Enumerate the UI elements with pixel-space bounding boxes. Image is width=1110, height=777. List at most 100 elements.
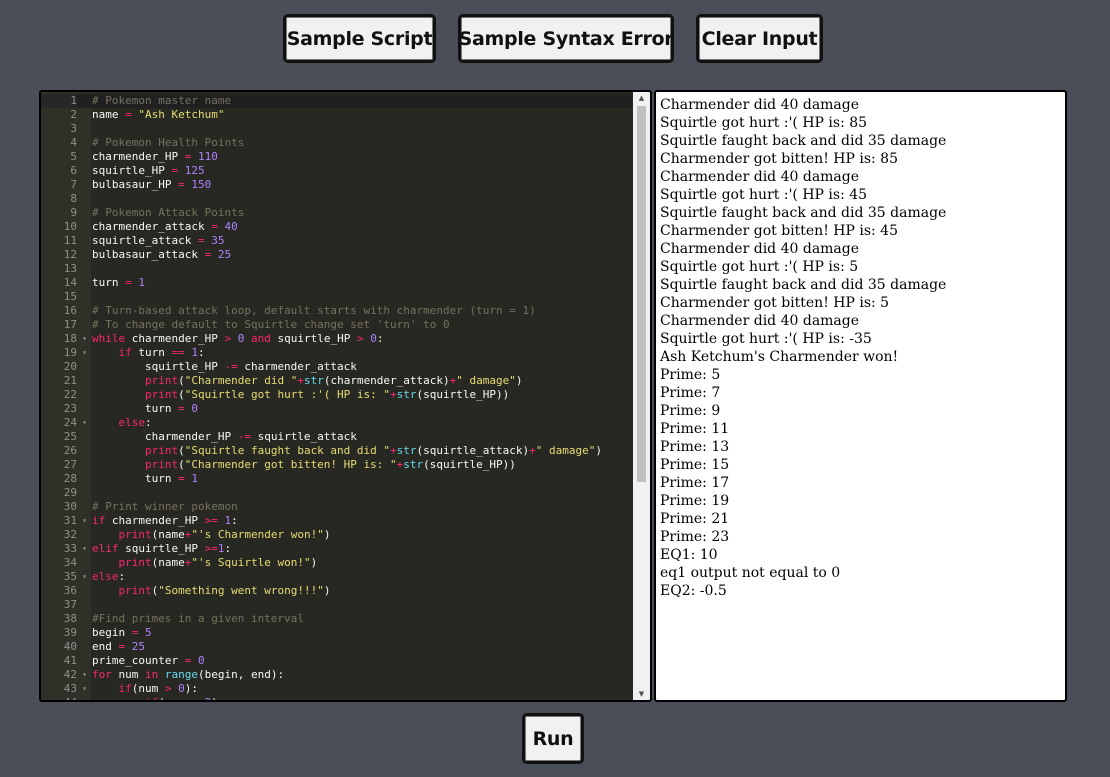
code-text: # Pokemon master name [92, 94, 232, 107]
code-line[interactable]: 8 [41, 192, 632, 206]
code-text: turn = 0 [92, 402, 198, 415]
code-line[interactable]: 4 # Pokemon Health Points [41, 136, 632, 150]
code-line[interactable]: 15 [41, 290, 632, 304]
line-number: 43 [63, 682, 77, 695]
code-line[interactable]: 35 ▾ else: [41, 570, 632, 584]
line-number: 31 [63, 514, 77, 527]
line-number: 32 [63, 528, 77, 541]
run-button[interactable]: Run [522, 713, 584, 764]
code-line[interactable]: 20 squirtle_HP -= charmender_attack [41, 360, 632, 374]
code-text: # Pokemon Attack Points [92, 206, 245, 219]
code-line[interactable]: 33 ▾ elif squirtle_HP >=1: [41, 542, 632, 556]
code-line[interactable]: 28 turn = 1 [41, 472, 632, 486]
code-line[interactable]: 37 [41, 598, 632, 612]
fold-arrow-icon[interactable]: ▾ [80, 570, 89, 584]
code-line[interactable]: 19 ▾ if turn == 1: [41, 346, 632, 360]
sample-syntax-error-button[interactable]: Sample Syntax Error [458, 14, 674, 63]
code-line[interactable]: 5 charmender_HP = 110 [41, 150, 632, 164]
code-line[interactable]: 16 # Turn-based attack loop, default star… [41, 304, 632, 318]
sample-script-button[interactable]: Sample Script [283, 14, 436, 63]
code-text: # Pokemon Health Points [92, 136, 245, 149]
code-line[interactable]: 27 print("Charmender got bitten! HP is: … [41, 458, 632, 472]
output-line: Charmender did 40 damage [660, 97, 860, 113]
code-text: turn = 1 [92, 276, 145, 289]
fold-arrow-icon[interactable]: ▾ [80, 668, 89, 682]
code-line[interactable]: 3 [41, 122, 632, 136]
code-line[interactable]: 39 begin = 5 [41, 626, 632, 640]
fold-arrow-icon[interactable]: ▾ [80, 416, 89, 430]
line-number: 38 [63, 612, 77, 625]
code-editor[interactable]: 1 # Pokemon master name 2 name = "Ash Ketch… [39, 90, 652, 702]
code-text: if(num > 0): [118, 682, 199, 695]
code-line[interactable]: 34 print(name+"'s Squirtle won!") [41, 556, 632, 570]
code-line[interactable]: 12 bulbasaur_attack = 25 [41, 248, 632, 262]
code-line[interactable]: 43 ▾ if(num > 0): [41, 682, 632, 696]
output-line: Prime: 7 [660, 385, 721, 401]
code-line[interactable]: 17 # To change default to Squirtle change… [41, 318, 632, 332]
line-number: 42 [63, 668, 77, 681]
code-line[interactable]: 26 print("Squirtle faught back and did "… [41, 444, 632, 458]
code-line[interactable]: 36 print("Something went wrong!!!") [41, 584, 632, 598]
code-line[interactable]: 9 # Pokemon Attack Points [41, 206, 632, 220]
code-lines[interactable]: 1 # Pokemon master name 2 name = "Ash Ketch… [41, 94, 632, 700]
code-line[interactable]: 21 print("Charmender did "+str(charmende… [41, 374, 632, 388]
output-line: Prime: 19 [660, 493, 730, 509]
code-line[interactable]: 13 [41, 262, 632, 276]
code-text: if(num > 2): [92, 696, 225, 700]
code-line[interactable]: 11 squirtle_attack = 35 [41, 234, 632, 248]
code-line[interactable]: 32 print(name+"'s Charmender won!") [41, 528, 632, 542]
code-line[interactable]: 31 ▾ if charmender_HP >= 1: [41, 514, 632, 528]
code-line[interactable]: 42 ▾ for num in range(begin, end): [41, 668, 632, 682]
clear-input-button[interactable]: Clear Input [696, 14, 823, 63]
code-line[interactable]: 6 squirtle_HP = 125 [41, 164, 632, 178]
fold-arrow-icon[interactable]: ▾ [80, 514, 89, 528]
scroll-up-arrow-icon[interactable]: ▲ [633, 94, 650, 102]
code-line[interactable]: 7 bulbasaur_HP = 150 [41, 178, 632, 192]
line-number: 28 [63, 472, 77, 485]
fold-arrow-icon[interactable]: ▾ [80, 332, 89, 346]
code-text: charmender_HP = 110 [92, 150, 218, 163]
code-text: name = "Ash Ketchum" [92, 108, 225, 121]
code-text: squirtle_HP -= charmender_attack [92, 360, 357, 373]
output-line: Squirtle faught back and did 35 damage [660, 277, 947, 293]
scroll-down-arrow-icon[interactable]: ▼ [633, 690, 650, 698]
code-text: turn = 1 [92, 472, 198, 485]
line-number: 3 [70, 122, 77, 135]
line-number: 16 [63, 304, 77, 317]
code-text: print(name+"'s Charmender won!") [118, 528, 331, 541]
code-line[interactable]: 38 #Find primes in a given interval [41, 612, 632, 626]
code-line[interactable]: 29 [41, 486, 632, 500]
code-line[interactable]: 44 if(num > 2): [41, 696, 632, 700]
editor-scrollbar[interactable]: ▲ ▼ [633, 92, 650, 700]
code-text: bulbasaur_attack = 25 [92, 248, 232, 261]
fold-arrow-icon[interactable]: ▾ [80, 346, 89, 360]
code-line[interactable]: 1 # Pokemon master name [41, 94, 632, 108]
output-line: Prime: 21 [660, 511, 730, 527]
line-number: 7 [70, 178, 77, 191]
code-text: prime_counter = 0 [92, 654, 205, 667]
fold-arrow-icon[interactable]: ▾ [80, 542, 89, 556]
code-text: else: [92, 570, 126, 583]
code-line[interactable]: 23 turn = 0 [41, 402, 632, 416]
code-line[interactable]: 30 # Print winner pokemon [41, 500, 632, 514]
code-line[interactable]: 14 turn = 1 [41, 276, 632, 290]
line-number: 22 [63, 388, 77, 401]
output-line: Ash Ketchum's Charmender won! [660, 349, 899, 365]
code-line[interactable]: 41 prime_counter = 0 [41, 654, 632, 668]
code-line[interactable]: 2 name = "Ash Ketchum" [41, 108, 632, 122]
code-line[interactable]: 24 ▾ else: [41, 416, 632, 430]
code-line[interactable]: 18 ▾ while charmender_HP > 0 and squirtle_… [41, 332, 632, 346]
scrollbar-thumb[interactable] [637, 106, 646, 482]
code-line[interactable]: 40 end = 25 [41, 640, 632, 654]
line-number: 9 [70, 206, 77, 219]
code-line[interactable]: 25 charmender_HP -= squirtle_attack [41, 430, 632, 444]
line-number: 23 [63, 402, 77, 415]
fold-arrow-icon[interactable]: ▾ [80, 682, 89, 696]
code-text: print("Charmender got bitten! HP is: "+s… [144, 458, 516, 471]
output-line: Prime: 5 [660, 367, 721, 383]
code-text: elif squirtle_HP >=1: [92, 542, 232, 555]
code-text: print("Squirtle got hurt :'( HP is: "+st… [144, 388, 510, 401]
code-line[interactable]: 10 charmender_attack = 40 [41, 220, 632, 234]
code-line[interactable]: 22 print("Squirtle got hurt :'( HP is: "… [41, 388, 632, 402]
output-line: EQ1: 10 [660, 547, 718, 563]
